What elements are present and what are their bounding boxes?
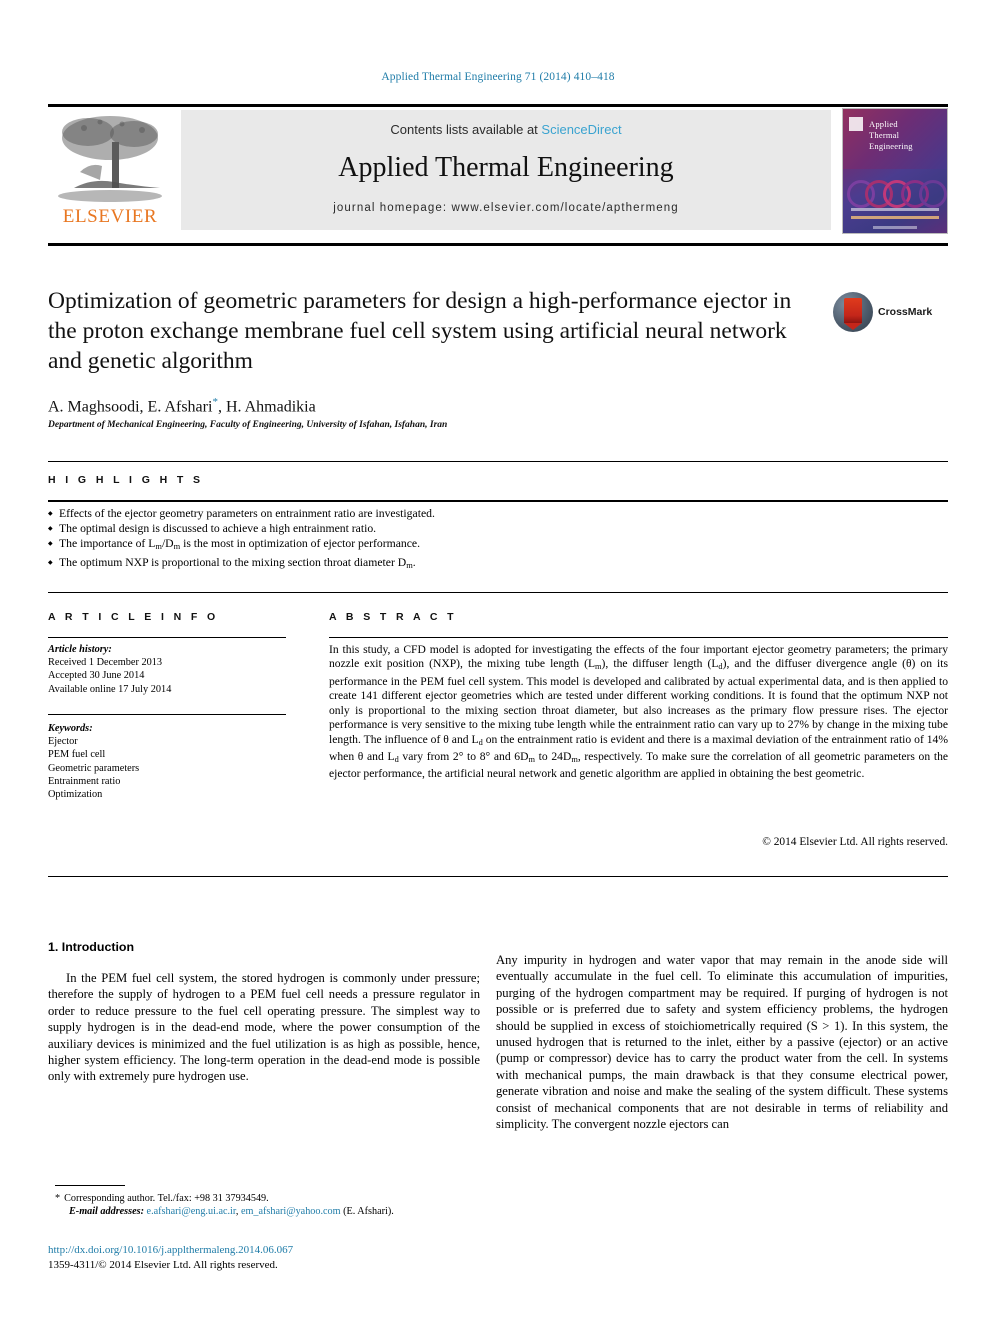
doi-block: http://dx.doi.org/10.1016/j.applthermale… bbox=[48, 1243, 488, 1272]
keyword-item: Ejector bbox=[48, 736, 78, 748]
keyword-item: PEM fuel cell bbox=[48, 749, 106, 761]
authors-suffix: , H. Ahmadikia bbox=[217, 398, 316, 416]
cover-rings-graphic bbox=[843, 178, 947, 209]
cover-footer-line-2 bbox=[851, 215, 939, 219]
cover-title-line-1: Applied bbox=[869, 119, 898, 129]
keywords-block: Keywords: Ejector PEM fuel cell Geometri… bbox=[48, 722, 298, 801]
abstract-text: In this study, a CFD model is adopted fo… bbox=[329, 643, 949, 781]
corresponding-author-text: Corresponding author. Tel./fax: +98 31 3… bbox=[64, 1193, 269, 1204]
journal-cover-image: Applied Thermal Engineering bbox=[842, 108, 948, 234]
cover-title-line-2: Thermal bbox=[869, 130, 900, 140]
keyword-item: Optimization bbox=[48, 789, 103, 801]
sciencedirect-link[interactable]: ScienceDirect bbox=[541, 122, 621, 137]
highlights-list: Effects of the ejector geometry paramete… bbox=[48, 506, 948, 573]
journal-homepage[interactable]: journal homepage: www.elsevier.com/locat… bbox=[181, 202, 831, 214]
abstract-copyright: © 2014 Elsevier Ltd. All rights reserved… bbox=[762, 836, 948, 848]
cover-title: Applied Thermal Engineering bbox=[869, 119, 913, 152]
body-column-left: 1. Introduction In the PEM fuel cell sys… bbox=[48, 940, 480, 1085]
title-top-rule bbox=[48, 243, 948, 246]
elsevier-tree-icon bbox=[58, 116, 162, 202]
highlights-bottom-rule bbox=[48, 592, 948, 593]
corresponding-author-note: * Corresponding author. Tel./fax: +98 31 … bbox=[55, 1192, 485, 1205]
crossmark-icon bbox=[833, 292, 873, 332]
article-info-rule bbox=[48, 637, 286, 638]
article-history-label: Article history: bbox=[48, 644, 112, 655]
highlight-item: The optimal design is discussed to achie… bbox=[48, 521, 948, 537]
highlights-heading: H I G H L I G H T S bbox=[48, 474, 204, 486]
email-addresses-label: E-mail addresses: bbox=[69, 1206, 144, 1218]
paper-page: Applied Thermal Engineering 71 (2014) 41… bbox=[0, 0, 992, 1323]
cover-footer-line-1 bbox=[851, 208, 939, 212]
article-info-heading: A R T I C L E I N F O bbox=[48, 611, 219, 623]
abstract-heading: A B S T R A C T bbox=[329, 611, 457, 623]
section-heading-introduction: 1. Introduction bbox=[48, 940, 135, 954]
contents-lists-line: Contents lists available at ScienceDirec… bbox=[181, 122, 831, 137]
cover-title-line-3: Engineering bbox=[869, 141, 913, 151]
elsevier-wordmark: ELSEVIER bbox=[62, 206, 158, 227]
journal-name: Applied Thermal Engineering bbox=[338, 152, 674, 183]
email-link-secondary[interactable]: em_afshari@yahoo.com bbox=[241, 1206, 341, 1217]
masthead-top-rule bbox=[48, 104, 948, 107]
authors-prefix: A. Maghsoodi, E. Afshari bbox=[48, 398, 213, 416]
abstract-rule bbox=[329, 637, 948, 638]
article-history-item: Received 1 December 2013 bbox=[48, 657, 163, 669]
body-column-right: Any impurity in hydrogen and water vapor… bbox=[496, 952, 948, 1132]
affiliation: Department of Mechanical Engineering, Fa… bbox=[48, 420, 448, 430]
article-history-item: Accepted 30 June 2014 bbox=[48, 670, 145, 682]
article-history-item: Available online 17 July 2014 bbox=[48, 683, 172, 695]
highlight-item: The optimum NXP is proportional to the m… bbox=[48, 555, 948, 573]
email-line: E-mail addresses: e.afshari@eng.ui.ac.ir… bbox=[55, 1205, 485, 1218]
keywords-label: Keywords: bbox=[48, 723, 93, 734]
running-head: Applied Thermal Engineering 71 (2014) 41… bbox=[381, 71, 615, 83]
abstract-bottom-rule bbox=[48, 876, 948, 877]
footnote-star: * bbox=[55, 1193, 61, 1204]
highlight-item: Effects of the ejector geometry paramete… bbox=[48, 506, 948, 522]
highlights-mid-rule bbox=[48, 500, 948, 502]
doi-link[interactable]: http://dx.doi.org/10.1016/j.applthermale… bbox=[48, 1243, 488, 1258]
journal-masthead: ELSEVIER Contents lists available at Sci… bbox=[48, 108, 948, 234]
email-link-primary[interactable]: e.afshari@eng.ui.ac.ir bbox=[147, 1206, 236, 1217]
footnote-rule bbox=[55, 1185, 125, 1186]
intro-paragraph-right: Any impurity in hydrogen and water vapor… bbox=[496, 953, 948, 1132]
cover-elsevier-mark bbox=[849, 117, 863, 131]
crossmark-badge[interactable]: CrossMark bbox=[833, 292, 943, 332]
crossmark-book-icon bbox=[844, 298, 862, 330]
author-list: A. Maghsoodi, E. Afshari*, H. Ahmadikia bbox=[48, 396, 316, 416]
keywords-rule bbox=[48, 714, 286, 715]
masthead-panel: Contents lists available at ScienceDirec… bbox=[181, 110, 831, 230]
cover-footer-line-3 bbox=[873, 225, 917, 229]
contents-prefix: Contents lists available at bbox=[390, 122, 542, 137]
issn-copyright-line: 1359-4311/© 2014 Elsevier Ltd. All right… bbox=[48, 1258, 278, 1271]
page-title: Optimization of geometric parameters for… bbox=[48, 288, 792, 374]
article-history-block: Article history: Received 1 December 201… bbox=[48, 643, 298, 696]
intro-paragraph-left: In the PEM fuel cell system, the stored … bbox=[48, 971, 480, 1084]
email-owner: (E. Afshari). bbox=[340, 1206, 394, 1218]
keyword-item: Geometric parameters bbox=[48, 762, 140, 774]
footnote-block: * Corresponding author. Tel./fax: +98 31 … bbox=[55, 1192, 485, 1219]
elsevier-logo: ELSEVIER bbox=[48, 110, 172, 230]
highlights-top-rule bbox=[48, 461, 948, 462]
crossmark-label: CrossMark bbox=[878, 306, 933, 318]
keyword-item: Entrainment ratio bbox=[48, 775, 121, 787]
highlight-item: The importance of Lm/Dm is the most in o… bbox=[48, 536, 948, 554]
